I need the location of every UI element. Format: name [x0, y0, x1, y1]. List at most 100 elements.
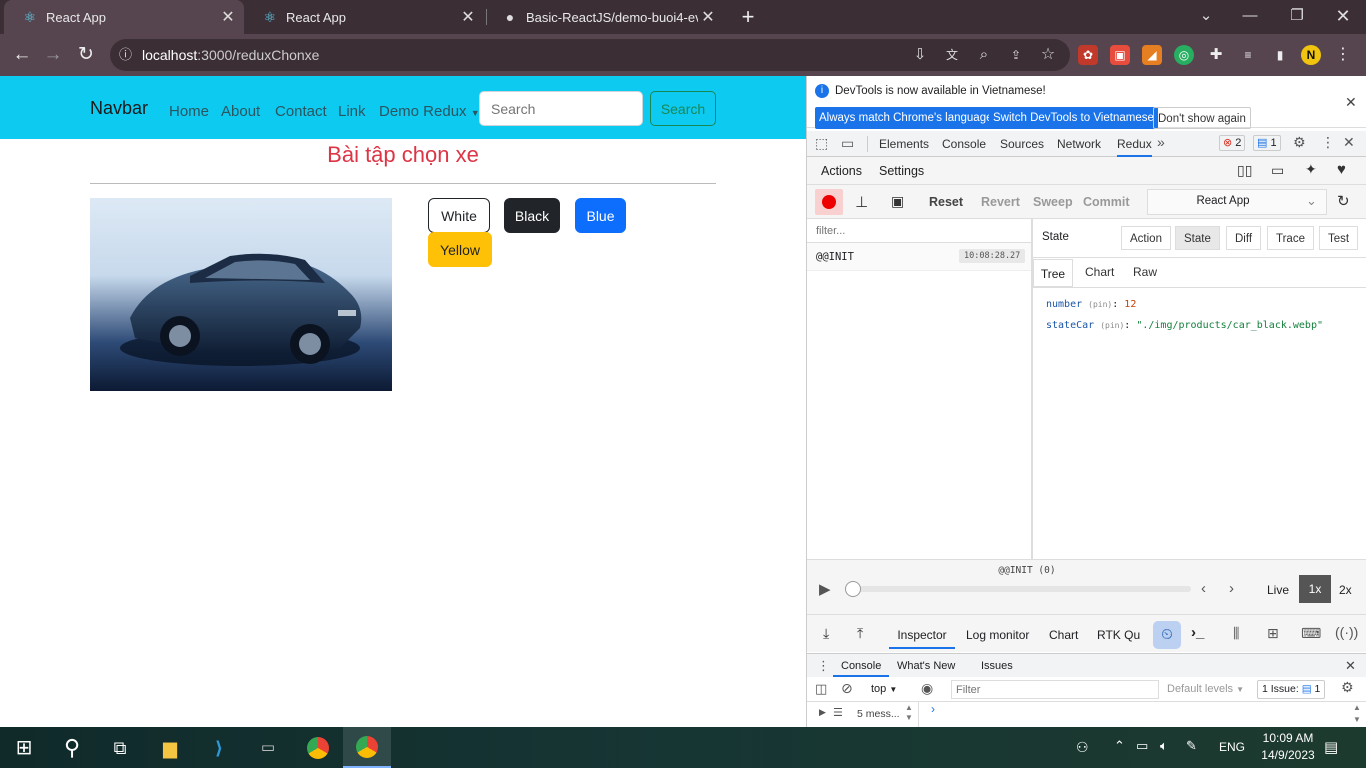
- commit-button[interactable]: Commit: [1083, 189, 1130, 215]
- scrollbar-icon[interactable]: ▲ ▼: [1353, 702, 1361, 726]
- navbar-brand[interactable]: Navbar: [90, 98, 148, 119]
- message-counter[interactable]: ▤ 1: [1253, 135, 1281, 151]
- messages-count-label[interactable]: 5 mess...: [857, 708, 900, 720]
- pin-link[interactable]: (pin): [1100, 321, 1124, 330]
- settings-gear-icon[interactable]: ⚙: [1293, 134, 1306, 151]
- bookmark-star-icon[interactable]: ☆: [1038, 45, 1058, 65]
- drawer-menu-icon[interactable]: ⋮: [817, 658, 830, 674]
- yellow-color-button[interactable]: Yellow: [428, 232, 492, 267]
- live-expression-eye-icon[interactable]: ◉: [921, 680, 933, 697]
- sidebar-scroll-icon[interactable]: ▲ ▼: [905, 703, 913, 723]
- more-tabs-icon[interactable]: »: [1157, 134, 1165, 150]
- sidebar-toggle-icon[interactable]: ◫: [815, 681, 827, 697]
- search-icon[interactable]: ⚲: [58, 734, 86, 762]
- inspector-tab-test[interactable]: Test: [1319, 226, 1359, 250]
- forward-icon[interactable]: →: [40, 42, 66, 68]
- extension-2-icon[interactable]: ▣: [1110, 45, 1130, 65]
- extension-4-icon[interactable]: ◎: [1174, 45, 1194, 65]
- feedback-icon[interactable]: ▭: [1271, 162, 1284, 179]
- tab-redux[interactable]: Redux: [1117, 137, 1152, 157]
- volume-icon[interactable]: 🔈︎: [1160, 738, 1168, 754]
- share-icon[interactable]: ⇪: [1006, 45, 1026, 65]
- close-window-icon[interactable]: ✕: [1329, 4, 1357, 28]
- pen-icon[interactable]: ✎: [1186, 738, 1197, 754]
- speed-1x[interactable]: 1x: [1299, 575, 1331, 603]
- expand-icon[interactable]: ▶: [819, 707, 826, 718]
- network-icon[interactable]: ▭: [1136, 738, 1148, 754]
- tab-search-icon[interactable]: ⌄: [1192, 4, 1220, 28]
- inspect-element-icon[interactable]: ⬚: [815, 135, 828, 152]
- error-counter[interactable]: ⊗ 2: [1219, 135, 1246, 151]
- view-tab-chart[interactable]: Chart: [1085, 265, 1114, 279]
- people-icon[interactable]: ⚇: [1076, 739, 1089, 756]
- white-color-button[interactable]: White: [428, 198, 490, 233]
- state-entry[interactable]: number (pin): 12: [1046, 299, 1136, 310]
- extensions-puzzle-icon[interactable]: ✚: [1206, 45, 1226, 65]
- issues-counter[interactable]: 1 Issue: ▤ 1: [1257, 680, 1326, 699]
- browser-tab-3[interactable]: ● Basic-ReactJS/demo-buoi4-event ✕: [484, 0, 724, 34]
- slider-toggle-icon[interactable]: ⫼: [1233, 625, 1239, 642]
- speed-2x[interactable]: 2x: [1339, 583, 1352, 597]
- browser-tab-2[interactable]: ⚛ React App ✕: [244, 0, 484, 34]
- blue-color-button[interactable]: Blue: [575, 198, 626, 233]
- console-prompt[interactable]: ›: [931, 702, 935, 716]
- tab-elements[interactable]: Elements: [879, 137, 929, 151]
- twitter-icon[interactable]: ✦: [1305, 161, 1317, 178]
- play-icon[interactable]: ▶: [819, 580, 831, 598]
- log-levels-select[interactable]: Default levels ▼: [1167, 683, 1244, 695]
- close-drawer-icon[interactable]: ✕: [1345, 658, 1356, 674]
- tab-console[interactable]: Console: [942, 137, 986, 151]
- nav-link-home[interactable]: Home: [169, 103, 209, 120]
- minimize-icon[interactable]: —: [1236, 4, 1264, 28]
- console-filter-input[interactable]: [951, 680, 1159, 699]
- file-explorer-icon[interactable]: ▆: [156, 734, 184, 762]
- monitor-tab-rtk[interactable]: RTK Qu: [1097, 628, 1140, 642]
- redux-tab-settings[interactable]: Settings: [879, 164, 924, 178]
- install-icon[interactable]: ⇩: [910, 45, 930, 65]
- device-toolbar-icon[interactable]: ▭: [841, 135, 854, 152]
- split-icon[interactable]: ⊞: [1267, 625, 1279, 642]
- search-button[interactable]: Search: [650, 91, 716, 126]
- browser-tab-1[interactable]: ⚛ React App ✕: [4, 0, 244, 34]
- black-color-button[interactable]: Black: [504, 198, 560, 233]
- notifications-icon[interactable]: ▤: [1324, 738, 1338, 756]
- back-icon[interactable]: ←: [9, 42, 35, 68]
- monitor-tab-chart[interactable]: Chart: [1049, 628, 1078, 642]
- slider-track[interactable]: [847, 586, 1191, 592]
- nav-link-about[interactable]: About: [221, 103, 260, 120]
- reload-icon[interactable]: ↻: [73, 42, 99, 68]
- profile-avatar[interactable]: N: [1301, 45, 1321, 65]
- new-tab-button[interactable]: +: [734, 3, 762, 31]
- vscode-icon[interactable]: ⟩: [205, 734, 233, 762]
- dispatcher-icon[interactable]: ⏲: [1153, 621, 1181, 649]
- site-info-icon[interactable]: ⓘ: [119, 39, 132, 71]
- inspector-tab-state[interactable]: State: [1175, 226, 1220, 250]
- instance-select[interactable]: React App ⌄: [1147, 189, 1327, 215]
- drawer-tab-whats-new[interactable]: What's New: [897, 660, 955, 672]
- terminal-app-icon[interactable]: ▭: [254, 734, 282, 762]
- inspector-tab-action[interactable]: Action: [1121, 226, 1171, 250]
- sync-icon[interactable]: ↻: [1337, 192, 1350, 210]
- inspector-tab-trace[interactable]: Trace: [1267, 226, 1314, 250]
- nav-dropdown-demo-redux[interactable]: Demo Redux ▼: [379, 103, 480, 120]
- terminal-icon[interactable]: ›_: [1191, 624, 1204, 641]
- close-infobar-icon[interactable]: ✕: [1345, 94, 1357, 111]
- speed-live[interactable]: Live: [1267, 583, 1289, 597]
- side-panel-icon[interactable]: ▮: [1270, 45, 1290, 65]
- revert-button[interactable]: Revert: [981, 189, 1020, 215]
- redux-tab-actions[interactable]: Actions: [821, 164, 862, 178]
- view-tab-raw[interactable]: Raw: [1133, 265, 1157, 279]
- drawer-tab-console[interactable]: Console: [833, 655, 890, 677]
- search-input[interactable]: [479, 91, 643, 126]
- sweep-button[interactable]: Sweep: [1033, 189, 1073, 215]
- close-devtools-icon[interactable]: ✕: [1343, 134, 1355, 151]
- media-icon[interactable]: ≡: [1238, 45, 1258, 65]
- tray-expand-icon[interactable]: ⌃: [1114, 738, 1125, 754]
- clock-date[interactable]: 14/9/2023: [1256, 748, 1320, 762]
- reset-button[interactable]: Reset: [929, 189, 963, 215]
- pin-icon[interactable]: ⊥: [855, 193, 868, 211]
- action-item[interactable]: @@INIT 10:08:28.27: [807, 243, 1031, 271]
- slider-handle[interactable]: [845, 581, 861, 597]
- tab-sources[interactable]: Sources: [1000, 137, 1044, 151]
- state-entry[interactable]: stateCar (pin): "./img/products/car_blac…: [1046, 320, 1323, 331]
